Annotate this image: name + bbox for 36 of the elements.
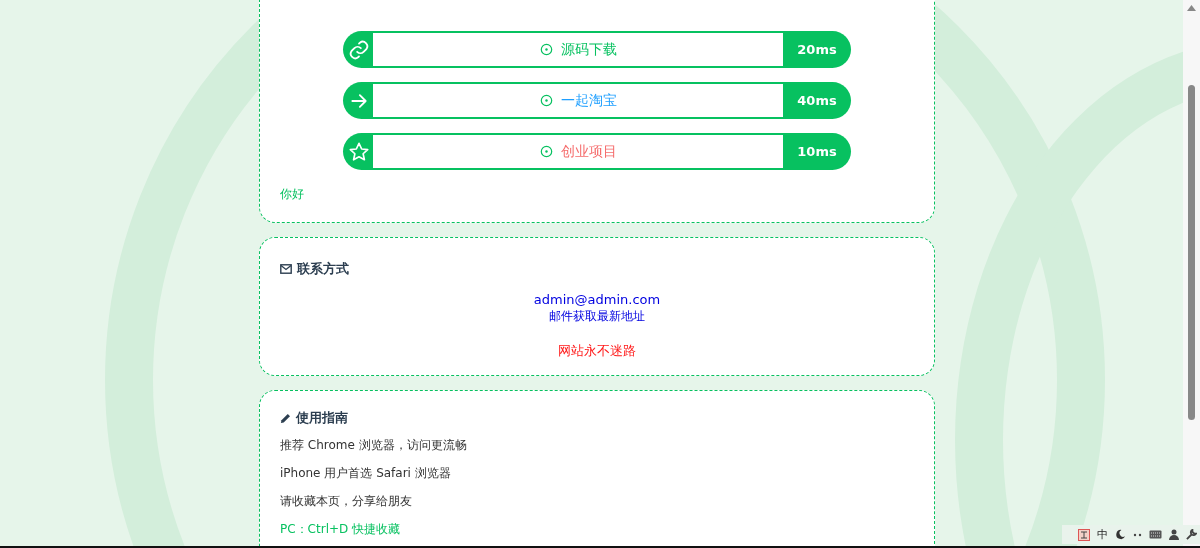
link-icon [348,38,370,61]
ime-mode-toggle[interactable]: 中 [1097,527,1108,542]
scrollbar-thumb[interactable] [1188,85,1195,420]
link-button[interactable]: 创业项目 10ms [343,133,851,170]
greeting-text: 你好 [280,186,305,203]
section-title: 联系方式 [297,260,349,278]
email-link[interactable]: admin@admin.com [533,292,661,307]
person-icon[interactable] [1169,529,1179,540]
ime-logo-icon[interactable] [1078,528,1090,541]
latency-label: 20ms [796,41,838,59]
guide-text: iPhone 用户首选 Safari 浏览器 [280,465,451,482]
guide-text: 请收藏本页，分享给朋友 [280,493,412,510]
scrollbar[interactable] [1183,0,1200,546]
dot-circle-icon [539,94,553,107]
email-note: 邮件获取最新地址 [549,308,645,325]
pencil-icon [280,412,291,424]
link-button[interactable]: 一起淘宝 40ms [343,82,851,119]
dot-circle-icon [539,145,553,158]
guide-text: PC：Ctrl+D 快捷收藏 [280,521,401,538]
guide-text: 推荐 Chrome 浏览器，访问更流畅 [280,437,467,454]
mail-icon [280,264,292,274]
punctuation-icon[interactable] [1133,531,1142,538]
link-label: 一起淘宝 [560,91,617,110]
keyboard-icon[interactable] [1149,530,1162,539]
slogan-text: 网站永不迷路 [558,342,636,360]
star-icon [348,140,370,163]
latency-label: 40ms [796,92,838,110]
moon-icon[interactable] [1115,529,1126,540]
link-label: 源码下载 [560,40,617,59]
link-label: 创业项目 [560,142,617,161]
scroll-up-icon [1187,5,1196,11]
section-title: 使用指南 [296,409,348,427]
wrench-icon[interactable] [1186,529,1197,540]
link-button[interactable]: 源码下载 20ms [343,31,851,68]
latency-label: 10ms [796,143,838,161]
dot-circle-icon [539,43,553,56]
